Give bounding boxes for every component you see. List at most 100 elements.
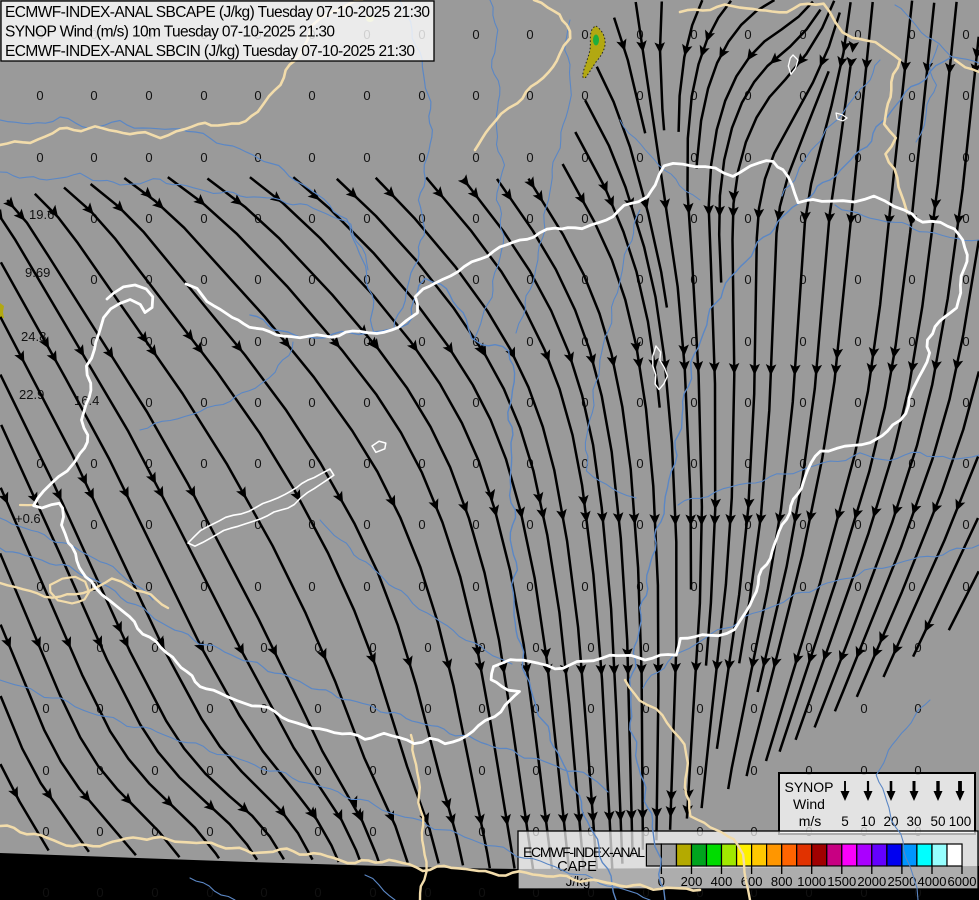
svg-text:1000: 1000 xyxy=(797,874,826,889)
svg-text:0: 0 xyxy=(424,701,431,716)
svg-text:0: 0 xyxy=(418,334,425,349)
svg-text:800: 800 xyxy=(771,874,793,889)
svg-text:0: 0 xyxy=(145,150,152,165)
svg-text:0: 0 xyxy=(36,88,43,103)
svg-text:0: 0 xyxy=(587,701,594,716)
svg-text:ECMWF-INDEX-ANAL: ECMWF-INDEX-ANAL xyxy=(523,844,645,860)
svg-text:0: 0 xyxy=(750,701,757,716)
svg-text:0: 0 xyxy=(424,763,431,778)
svg-text:0: 0 xyxy=(363,395,370,410)
svg-text:0: 0 xyxy=(799,395,806,410)
svg-text:0: 0 xyxy=(96,885,103,900)
svg-text:0: 0 xyxy=(690,211,697,226)
svg-text:SYNOP: SYNOP xyxy=(784,779,833,795)
svg-text:0: 0 xyxy=(254,88,261,103)
svg-text:0: 0 xyxy=(854,579,861,594)
svg-text:0: 0 xyxy=(260,885,267,900)
svg-text:0: 0 xyxy=(532,640,539,655)
svg-text:0: 0 xyxy=(308,395,315,410)
svg-text:0: 0 xyxy=(636,456,643,471)
svg-text:0: 0 xyxy=(363,579,370,594)
svg-text:0: 0 xyxy=(200,88,207,103)
svg-text:0: 0 xyxy=(744,211,751,226)
svg-text:m/s: m/s xyxy=(799,813,822,829)
svg-text:0: 0 xyxy=(581,27,588,42)
svg-text:0: 0 xyxy=(526,517,533,532)
svg-text:0: 0 xyxy=(260,640,267,655)
svg-text:0: 0 xyxy=(696,763,703,778)
svg-text:0: 0 xyxy=(744,395,751,410)
svg-text:0: 0 xyxy=(642,640,649,655)
svg-text:200: 200 xyxy=(681,874,703,889)
svg-text:0: 0 xyxy=(962,211,969,226)
svg-text:0: 0 xyxy=(42,763,49,778)
svg-text:10: 10 xyxy=(860,814,875,829)
svg-text:0: 0 xyxy=(744,27,751,42)
svg-text:400: 400 xyxy=(711,874,733,889)
svg-text:0: 0 xyxy=(308,456,315,471)
svg-text:+0.6: +0.6 xyxy=(15,511,41,526)
svg-text:0: 0 xyxy=(472,272,479,287)
svg-text:0: 0 xyxy=(908,579,915,594)
svg-text:0: 0 xyxy=(369,885,376,900)
svg-text:0: 0 xyxy=(424,640,431,655)
svg-text:0: 0 xyxy=(472,27,479,42)
svg-text:50: 50 xyxy=(930,814,945,829)
svg-text:0: 0 xyxy=(363,150,370,165)
svg-text:0: 0 xyxy=(36,150,43,165)
svg-text:0: 0 xyxy=(690,395,697,410)
svg-text:0: 0 xyxy=(200,456,207,471)
svg-text:0: 0 xyxy=(744,150,751,165)
svg-text:SYNOP Wind (m/s) 10m Tuesday 0: SYNOP Wind (m/s) 10m Tuesday 07-10-2025 … xyxy=(5,24,335,41)
svg-text:0: 0 xyxy=(314,701,321,716)
svg-text:ECMWF-INDEX-ANAL SBCAPE (J/kg): ECMWF-INDEX-ANAL SBCAPE (J/kg) Tuesday 0… xyxy=(5,4,430,21)
svg-text:0: 0 xyxy=(696,701,703,716)
svg-text:0: 0 xyxy=(90,517,97,532)
svg-text:0: 0 xyxy=(636,150,643,165)
svg-text:0: 0 xyxy=(363,211,370,226)
svg-text:0: 0 xyxy=(581,211,588,226)
svg-text:0: 0 xyxy=(254,456,261,471)
svg-text:0: 0 xyxy=(472,150,479,165)
svg-text:0: 0 xyxy=(254,579,261,594)
svg-text:0: 0 xyxy=(799,517,806,532)
svg-text:0: 0 xyxy=(145,88,152,103)
svg-text:2000: 2000 xyxy=(857,874,886,889)
svg-text:0: 0 xyxy=(42,640,49,655)
svg-text:0: 0 xyxy=(744,272,751,287)
svg-text:30: 30 xyxy=(906,814,921,829)
svg-text:0: 0 xyxy=(472,211,479,226)
svg-text:0: 0 xyxy=(418,517,425,532)
svg-text:0: 0 xyxy=(308,211,315,226)
svg-text:0: 0 xyxy=(206,640,213,655)
svg-text:0: 0 xyxy=(962,272,969,287)
svg-text:0: 0 xyxy=(90,150,97,165)
svg-text:0: 0 xyxy=(690,456,697,471)
svg-text:0: 0 xyxy=(478,701,485,716)
svg-text:0: 0 xyxy=(314,763,321,778)
svg-text:0: 0 xyxy=(151,885,158,900)
svg-text:0: 0 xyxy=(363,517,370,532)
svg-text:0: 0 xyxy=(636,517,643,532)
svg-text:0: 0 xyxy=(206,701,213,716)
svg-text:0: 0 xyxy=(308,150,315,165)
svg-text:0: 0 xyxy=(424,885,431,900)
svg-text:4000: 4000 xyxy=(918,874,947,889)
svg-text:0: 0 xyxy=(200,211,207,226)
svg-text:0: 0 xyxy=(145,395,152,410)
svg-text:0: 0 xyxy=(90,456,97,471)
svg-text:0: 0 xyxy=(206,824,213,839)
svg-text:0: 0 xyxy=(200,150,207,165)
svg-text:0: 0 xyxy=(962,517,969,532)
svg-text:0: 0 xyxy=(962,27,969,42)
svg-text:0: 0 xyxy=(526,150,533,165)
svg-text:0: 0 xyxy=(636,395,643,410)
svg-text:0: 0 xyxy=(90,88,97,103)
svg-text:Wind: Wind xyxy=(793,796,825,812)
svg-text:6000: 6000 xyxy=(948,874,977,889)
svg-text:0: 0 xyxy=(254,334,261,349)
svg-text:0: 0 xyxy=(854,272,861,287)
svg-text:0: 0 xyxy=(581,579,588,594)
svg-text:0: 0 xyxy=(472,579,479,594)
svg-text:0: 0 xyxy=(42,701,49,716)
